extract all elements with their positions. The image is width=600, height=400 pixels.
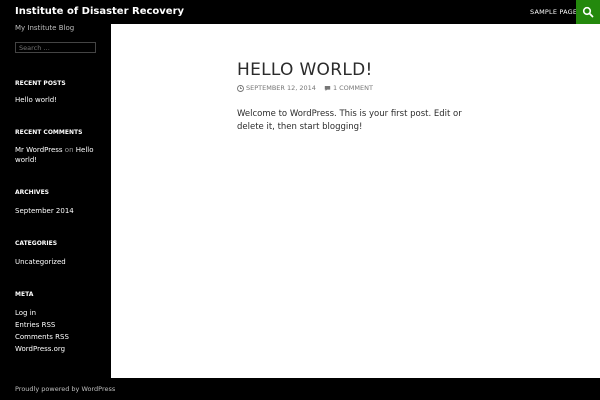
site-header: Institute of Disaster Recovery Sample Pa… xyxy=(0,0,600,24)
post-title[interactable]: HELLO WORLD! xyxy=(237,60,373,80)
nav-item-sample-page[interactable]: Sample Page xyxy=(530,8,577,16)
search-icon xyxy=(582,6,594,18)
comment-on-text: on xyxy=(64,146,74,154)
post-meta: September 12, 2014 1 Comment xyxy=(237,84,373,92)
comment-author-link[interactable]: Mr WordPress xyxy=(15,146,63,154)
clock-icon xyxy=(237,84,244,92)
comment-icon xyxy=(324,85,331,91)
sidebar: My Institute Blog Recent Posts Hello wor… xyxy=(0,24,111,378)
widget-title-archives: Archives xyxy=(15,189,49,196)
meta-link-wordpress-org[interactable]: WordPress.org xyxy=(15,344,65,354)
meta-link-entries-rss[interactable]: Entries RSS xyxy=(15,320,55,330)
category-link[interactable]: Uncategorized xyxy=(15,257,66,267)
recent-post-link[interactable]: Hello world! xyxy=(15,95,57,105)
footer-credit-link[interactable]: Proudly powered by WordPress xyxy=(15,385,115,393)
search-toggle-button[interactable] xyxy=(576,0,600,24)
site-tagline: My Institute Blog xyxy=(15,24,75,32)
widget-title-categories: Categories xyxy=(15,240,58,247)
post-body: Welcome to WordPress. This is your first… xyxy=(237,109,462,132)
archive-link[interactable]: September 2014 xyxy=(15,206,74,216)
recent-comment: Mr WordPress on Hello world! xyxy=(15,145,105,165)
widget-title-recent-comments: Recent Comments xyxy=(15,129,83,136)
meta-link-login[interactable]: Log in xyxy=(15,308,36,318)
meta-link-comments-rss[interactable]: Comments RSS xyxy=(15,332,69,342)
search-input[interactable] xyxy=(15,42,96,53)
site-footer: Proudly powered by WordPress xyxy=(0,378,600,400)
main-content: HELLO WORLD! September 12, 2014 1 Commen… xyxy=(111,24,600,378)
widget-title-recent-posts: Recent Posts xyxy=(15,80,66,87)
site-title-link[interactable]: Institute of Disaster Recovery xyxy=(15,6,184,17)
post-comments-link[interactable]: 1 Comment xyxy=(333,84,373,92)
widget-title-meta: Meta xyxy=(15,291,34,298)
post-date-link[interactable]: September 12, 2014 xyxy=(246,84,316,92)
